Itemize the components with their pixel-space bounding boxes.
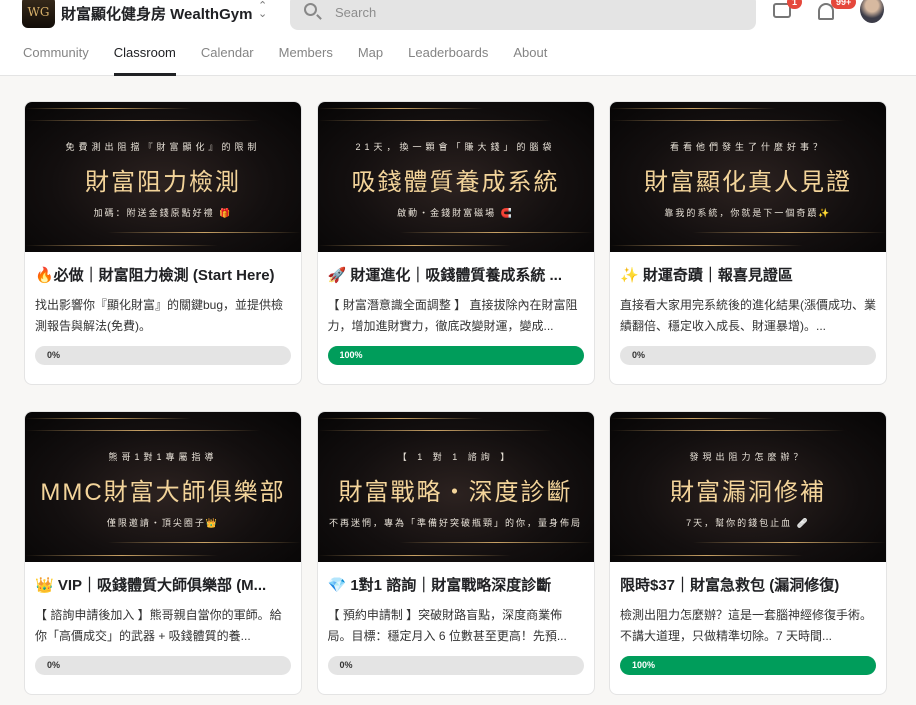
group-name[interactable]: 財富顯化健身房 WealthGym (61, 3, 252, 24)
banner-subtitle: 熊哥1對1專屬指導 (108, 452, 218, 462)
banner-tagline: 僅限邀請・頂尖圈子👑 (106, 518, 220, 528)
user-avatar[interactable] (860, 0, 884, 23)
course-description: 【 財富潛意識全面調整 】 直接拔除內在財富阻力，增加進財實力，徹底改變財運，變… (327, 298, 578, 333)
search-input[interactable]: Search (290, 0, 756, 30)
progress-label: 0% (339, 660, 353, 670)
progress-fill (620, 656, 876, 675)
course-title[interactable]: 💎 1對1 諮詢｜財富戰略深度診斷 (328, 574, 584, 595)
banner-title: 財富顯化真人見證 (644, 169, 852, 196)
course-title[interactable]: 🚀 財運進化｜吸錢體質養成系統 ... (328, 264, 584, 285)
course-description: 直接看大家用完系統後的進化結果(漲價成功、業績翻倍、穩定收入成長、財運暴增)。.… (620, 298, 876, 333)
progress-bar: 100% (620, 656, 876, 675)
course-banner: 熊哥1對1專屬指導 MMC財富大師俱樂部 僅限邀請・頂尖圈子👑 (25, 412, 301, 562)
tab-community[interactable]: Community (23, 45, 89, 76)
banner-tagline: 加碼：附送金錢原點好禮 🎁 (93, 208, 233, 218)
banner-tagline: 7天，幫你的錢包止血 🩹 (686, 518, 810, 528)
course-banner: 【 1 對 1 諮詢 】 財富戰略・深度診斷 不再迷惘，專為「準備好突破瓶頸」的… (317, 412, 594, 562)
course-card[interactable]: 免費測出阻擋『財富顯化』的限制 財富阻力檢測 加碼：附送金錢原點好禮 🎁 🔥必做… (24, 101, 302, 385)
notification-badge: 99+ (831, 0, 857, 9)
group-logo[interactable]: WG (22, 0, 55, 28)
course-card[interactable]: 發現出阻力怎麼辦？ 財富漏洞修補 7天，幫你的錢包止血 🩹 限時$37｜財富急救… (609, 411, 887, 695)
search-placeholder: Search (335, 5, 377, 20)
tab-classroom[interactable]: Classroom (113, 45, 177, 76)
nav-tabs: Community Classroom Calendar Members Map… (23, 45, 572, 76)
tab-calendar[interactable]: Calendar (201, 45, 254, 76)
progress-bar: 0% (35, 656, 291, 675)
banner-title: MMC財富大師俱樂部 (40, 479, 286, 506)
banner-title: 吸錢體質養成系統 (351, 169, 560, 196)
course-description: 【 諮詢申請後加入 】熊哥親自當你的軍師。給你「高價成交」的武器 + 吸錢體質的… (35, 608, 282, 643)
progress-bar: 100% (327, 346, 584, 365)
chat-badge: 1 (787, 0, 803, 9)
banner-subtitle: 看看他們發生了什麼好事？ (669, 142, 826, 152)
tab-members[interactable]: Members (279, 45, 333, 76)
course-banner: 發現出阻力怎麼辦？ 財富漏洞修補 7天，幫你的錢包止血 🩹 (610, 412, 886, 562)
banner-tagline: 啟動・金錢財富磁場 🧲 (397, 208, 514, 218)
banner-subtitle: 【 1 對 1 諮詢 】 (397, 452, 514, 462)
course-description: 【 預約申請制 】突破財路盲點，深度商業佈局。目標：穩定月入 6 位數甚至更高！… (327, 608, 567, 643)
tab-leaderboards[interactable]: Leaderboards (408, 45, 488, 76)
course-card[interactable]: 【 1 對 1 諮詢 】 財富戰略・深度診斷 不再迷惘，專為「準備好突破瓶頸」的… (316, 411, 595, 695)
progress-bar: 0% (327, 656, 584, 675)
course-description: 找出影響你『顯化財富』的關鍵bug，並提供檢測報告與解法(免費)。 (35, 298, 284, 333)
tab-about[interactable]: About (513, 45, 547, 76)
course-title[interactable]: 限時$37｜財富急救包 (漏洞修復) (620, 574, 876, 595)
progress-label: 100% (632, 660, 656, 670)
course-grid: 免費測出阻擋『財富顯化』的限制 財富阻力檢測 加碼：附送金錢原點好禮 🎁 🔥必做… (24, 101, 887, 695)
tab-map[interactable]: Map (358, 45, 383, 76)
progress-bar: 0% (35, 346, 291, 365)
top-header: WG 財富顯化健身房 WealthGym ⌃ ⌄ Search 1 99+ Com… (0, 0, 916, 76)
course-banner: 看看他們發生了什麼好事？ 財富顯化真人見證 靠我的系統，你就是下一個奇蹟✨ (610, 102, 886, 252)
course-banner: 免費測出阻擋『財富顯化』的限制 財富阻力檢測 加碼：附送金錢原點好禮 🎁 (25, 102, 301, 252)
banner-subtitle: 21天，換一顆會「賺大錢」的腦袋 (355, 142, 556, 152)
progress-bar: 0% (620, 346, 876, 365)
search-icon (304, 3, 317, 16)
course-title[interactable]: 🔥必做｜財富阻力檢測 (Start Here) (35, 264, 291, 285)
progress-label: 0% (47, 350, 61, 360)
progress-label: 0% (47, 660, 61, 670)
course-card[interactable]: 熊哥1對1專屬指導 MMC財富大師俱樂部 僅限邀請・頂尖圈子👑 👑 VIP｜吸錢… (24, 411, 302, 695)
banner-subtitle: 發現出阻力怎麼辦？ (689, 452, 807, 462)
course-card[interactable]: 看看他們發生了什麼好事？ 財富顯化真人見證 靠我的系統，你就是下一個奇蹟✨ ✨ … (609, 101, 887, 385)
banner-subtitle: 免費測出阻擋『財富顯化』的限制 (65, 142, 261, 152)
course-banner: 21天，換一顆會「賺大錢」的腦袋 吸錢體質養成系統 啟動・金錢財富磁場 🧲 (317, 102, 594, 252)
banner-title: 財富戰略・深度診斷 (338, 479, 573, 506)
course-title[interactable]: ✨ 財運奇蹟｜報喜見證區 (620, 264, 876, 285)
course-description: 檢測出阻力怎麼辦？這是一套腦神經修復手術。 不講大道理，只做精準切除。7 天時間… (620, 608, 873, 643)
group-switcher-icon[interactable]: ⌃ ⌄ (258, 1, 267, 20)
progress-label: 0% (632, 350, 646, 360)
course-title[interactable]: 👑 VIP｜吸錢體質大師俱樂部 (M... (35, 574, 291, 595)
progress-fill (327, 346, 584, 365)
course-card[interactable]: 21天，換一顆會「賺大錢」的腦袋 吸錢體質養成系統 啟動・金錢財富磁場 🧲 🚀 … (316, 101, 595, 385)
banner-tagline: 不再迷惘，專為「準備好突破瓶頸」的你，量身佈局 (328, 518, 582, 528)
banner-tagline: 靠我的系統，你就是下一個奇蹟✨ (664, 208, 832, 218)
banner-title: 財富阻力檢測 (85, 169, 241, 196)
progress-label: 100% (339, 350, 363, 360)
banner-title: 財富漏洞修補 (670, 479, 826, 506)
